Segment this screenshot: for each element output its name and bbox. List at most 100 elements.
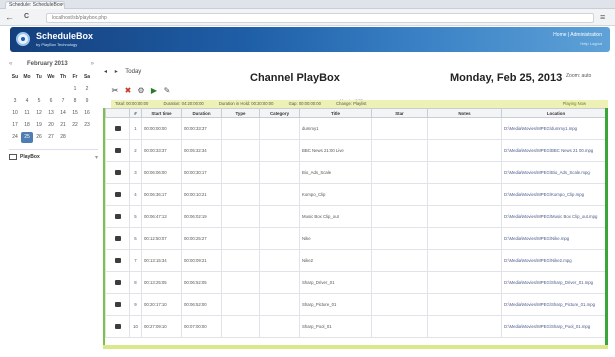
summary-bar: Total: 00:00:00:00 Duration: 04:20:00:00… [111, 100, 608, 108]
row-select-cell[interactable] [105, 139, 130, 162]
column-header-notes[interactable]: Notes [427, 108, 502, 118]
cell-type [221, 249, 260, 272]
edit-icon[interactable]: ✎ [162, 86, 172, 96]
calendar-day[interactable]: 22 [69, 120, 81, 131]
cell-title: Kompo_Clip [299, 183, 372, 206]
calendar-day[interactable]: 23 [81, 120, 93, 131]
calendar-day[interactable]: 7 [57, 96, 69, 107]
calendar-day[interactable]: 9 [81, 96, 93, 107]
playlist-table: # Start time Duration Type Category Titl… [105, 108, 605, 338]
cell-cat [259, 139, 300, 162]
column-header-start[interactable]: Start time [141, 108, 182, 118]
calendar-day[interactable]: 27 [45, 132, 57, 143]
calendar-day[interactable]: 2 [81, 84, 93, 95]
calendar-day[interactable]: 19 [33, 120, 45, 131]
reload-icon[interactable]: C [24, 12, 29, 22]
calendar-day[interactable]: 15 [69, 108, 81, 119]
column-header-type[interactable]: Type [221, 108, 260, 118]
column-header-location[interactable]: Location [501, 108, 605, 118]
cell-notes [427, 205, 502, 228]
summary-duration-hold: Duration in Hold: 00:20:00:00 [218, 101, 274, 106]
table-row[interactable]: 1 00:00:00:00 00:00:33:37 dummy1 D:\Media\Mo… [105, 117, 605, 140]
table-row[interactable]: 2 00:00:33:37 00:05:32:34 BBC News 21:00 Li… [105, 139, 605, 162]
calendar-next-icon[interactable]: » [91, 61, 94, 67]
calendar-day[interactable]: 4 [21, 96, 33, 107]
cell-start: 00:27:09:10 [141, 315, 182, 338]
table-row[interactable]: 9 00:20:17:10 00:06:52:00 Sharp_Picture_01 D… [105, 293, 605, 316]
calendar-day[interactable]: 11 [21, 108, 33, 119]
calendar-day[interactable]: 5 [33, 96, 45, 107]
calendar-day[interactable]: 8 [69, 96, 81, 107]
cell-start: 00:00:00:00 [141, 117, 182, 140]
back-icon[interactable]: ← [5, 12, 14, 22]
calendar-day[interactable]: 28 [57, 132, 69, 143]
playlist-footer-bar [103, 345, 608, 349]
address-bar[interactable]: localhost/sb/playbox.php [46, 13, 594, 23]
calendar-day[interactable]: 24 [9, 132, 21, 143]
column-header-category[interactable]: Category [259, 108, 300, 118]
calendar-day[interactable]: 13 [45, 108, 57, 119]
cell-dur: 00:06:52:00 [181, 293, 222, 316]
calendar-day[interactable]: 14 [57, 108, 69, 119]
column-header-title[interactable]: Title [299, 108, 372, 118]
calendar-day-today[interactable]: 25 [21, 132, 33, 143]
cell-n: 6 [129, 227, 142, 250]
column-header-number[interactable]: # [129, 108, 142, 118]
table-row[interactable]: 6 00:12:50:07 00:00:25:27 Nike D:\Media\Movi… [105, 227, 605, 250]
browser-toolbar: ← C localhost/sb/playbox.php ≡ [0, 9, 615, 26]
brand-name: ScheduleBox [36, 31, 94, 41]
row-select-cell[interactable] [105, 205, 130, 228]
calendar-day[interactable]: 12 [33, 108, 45, 119]
play-icon[interactable]: ▶ [149, 86, 159, 96]
cell-star [371, 227, 428, 250]
row-select-cell[interactable] [105, 183, 130, 206]
calendar-day[interactable]: 16 [81, 108, 93, 119]
zoom-label[interactable]: Zoom: auto [566, 73, 591, 79]
calendar-day[interactable]: 26 [33, 132, 45, 143]
row-select-cell[interactable] [105, 227, 130, 250]
table-row[interactable]: 8 00:13:25:05 00:06:52:05 Sharp_Driver_01 D:… [105, 271, 605, 294]
header-links[interactable]: Home | Administration [553, 32, 602, 38]
calendar-day[interactable]: 21 [57, 120, 69, 131]
chevron-down-icon[interactable]: ▾ [95, 154, 98, 161]
calendar-day[interactable]: 17 [9, 120, 21, 131]
settings-icon[interactable]: ⚙ [136, 86, 146, 96]
playing-now-badge: Playing Now [562, 101, 586, 106]
calendar-day[interactable]: 10 [9, 108, 21, 119]
header-sublinks[interactable]: Help Logout [580, 41, 602, 46]
delete-icon[interactable]: ✖ [123, 86, 133, 96]
row-select-cell[interactable] [105, 249, 130, 272]
calendar-day[interactable]: 18 [21, 120, 33, 131]
row-select-cell[interactable] [105, 293, 130, 316]
calendar-day[interactable]: 6 [45, 96, 57, 107]
cut-icon[interactable]: ✂ [110, 86, 120, 96]
next-day-button[interactable]: ▸ [115, 69, 118, 75]
row-select-cell[interactable] [105, 315, 130, 338]
table-row[interactable]: 4 00:06:36:17 00:00:10:21 Kompo_Clip D:\Medi… [105, 183, 605, 206]
table-row[interactable]: 10 00:27:09:10 00:07:00:00 Sharp_Pool_01 D:\… [105, 315, 605, 338]
cell-n: 1 [129, 117, 142, 140]
table-row[interactable]: 5 00:06:47:13 00:06:02:19 Music Box Clip_ou… [105, 205, 605, 228]
cell-start: 00:13:15:34 [141, 249, 182, 272]
row-select-cell[interactable] [105, 271, 130, 294]
calendar-day[interactable]: 3 [9, 96, 21, 107]
calendar-day[interactable]: 1 [69, 84, 81, 95]
today-button[interactable]: Today [125, 69, 141, 75]
calendar-day [57, 84, 69, 95]
row-select-cell[interactable] [105, 117, 130, 140]
cell-loc: D:\Media\Movies\MPEG\Sharp_Pool_01.mpg [501, 315, 605, 338]
cell-star [371, 293, 428, 316]
close-tab-icon[interactable]: × [61, 2, 64, 9]
browser-tab[interactable]: Schedule: ScheduleBox × [5, 1, 65, 9]
playbox-section[interactable]: PlayBox ▾ [9, 149, 98, 161]
table-row[interactable]: 7 00:13:15:34 00:00:09:21 Nike2 D:\Media\Mov… [105, 249, 605, 272]
calendar-prev-icon[interactable]: « [9, 61, 12, 67]
prev-day-button[interactable]: ◂ [104, 69, 107, 75]
row-select-cell[interactable] [105, 161, 130, 184]
browser-menu-icon[interactable]: ≡ [600, 12, 605, 22]
column-header-star[interactable]: Star [371, 108, 428, 118]
calendar-day [21, 84, 33, 95]
column-header-duration[interactable]: Duration [181, 108, 222, 118]
table-row[interactable]: 3 00:06:06:00 00:00:30:17 Bio_Ads_Scale D:\M… [105, 161, 605, 184]
calendar-day[interactable]: 20 [45, 120, 57, 131]
